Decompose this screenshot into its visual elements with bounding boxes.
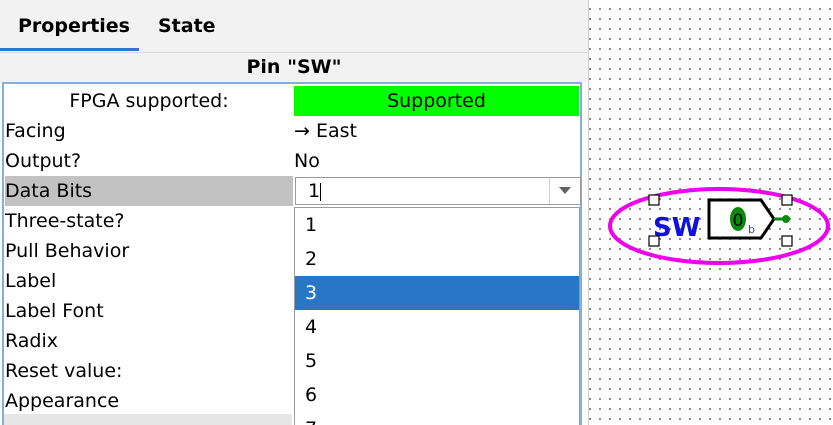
dropdown-option[interactable]: 4 [295,310,579,344]
tab-state[interactable]: State [158,15,216,37]
data-bits-combobox[interactable]: 1 [295,177,581,205]
dropdown-option[interactable]: 7 [295,412,579,425]
tab-bar: Properties State [0,0,588,53]
property-key: Reset value: [5,360,123,382]
property-key: Label [5,270,57,292]
pin-label: SW [653,213,700,243]
dropdown-option[interactable]: 1 [295,208,579,242]
active-tab-indicator [0,48,139,51]
property-key: FPGA supported: [69,90,229,112]
panel-bottom-strip [4,414,292,425]
property-key: Appearance [5,390,120,412]
selection-handle[interactable] [781,235,793,247]
property-key: Three-state? [5,210,125,232]
pin-radix-subscript: b [748,223,755,236]
dropdown-arrow-button[interactable] [549,178,580,204]
data-bits-dropdown-list[interactable]: 1 2 3 4 5 6 7 [294,207,580,425]
pin-value: 0 [733,211,744,231]
property-value-facing[interactable]: → East [294,116,579,146]
component-title: Pin "SW" [0,53,588,82]
property-key: Output? [5,150,82,172]
property-row-data-bits[interactable]: Data Bits 1 [4,176,581,206]
chevron-down-icon [559,187,571,194]
property-key: Facing [5,120,66,142]
dropdown-option[interactable]: 6 [295,378,579,412]
circuit-drawing[interactable]: SW 0 b [589,0,833,425]
dropdown-option[interactable]: 5 [295,344,579,378]
properties-panel: Properties State Pin "SW" FPGA supported… [0,0,588,425]
data-bits-value[interactable]: 1 [308,178,320,204]
selection-handle[interactable] [648,235,660,247]
property-row-fpga: FPGA supported: Supported [4,86,579,116]
dropdown-option-highlighted[interactable]: 3 [295,276,579,310]
connection-point-icon[interactable] [782,215,790,223]
dropdown-option[interactable]: 2 [295,242,579,276]
property-key: Label Font [5,300,104,322]
property-key: Data Bits [5,176,293,206]
text-caret [320,183,321,201]
property-row-facing[interactable]: Facing → East [4,116,579,146]
property-key: Radix [5,330,59,352]
selection-handle[interactable] [648,194,660,206]
property-key: Pull Behavior [5,240,130,262]
property-row-output[interactable]: Output? No [4,146,579,176]
selection-handle[interactable] [781,194,793,206]
tab-properties[interactable]: Properties [18,15,130,37]
circuit-canvas[interactable]: SW 0 b [588,0,833,425]
property-value-fpga-supported: Supported [294,86,579,116]
property-value-output[interactable]: No [294,146,579,176]
